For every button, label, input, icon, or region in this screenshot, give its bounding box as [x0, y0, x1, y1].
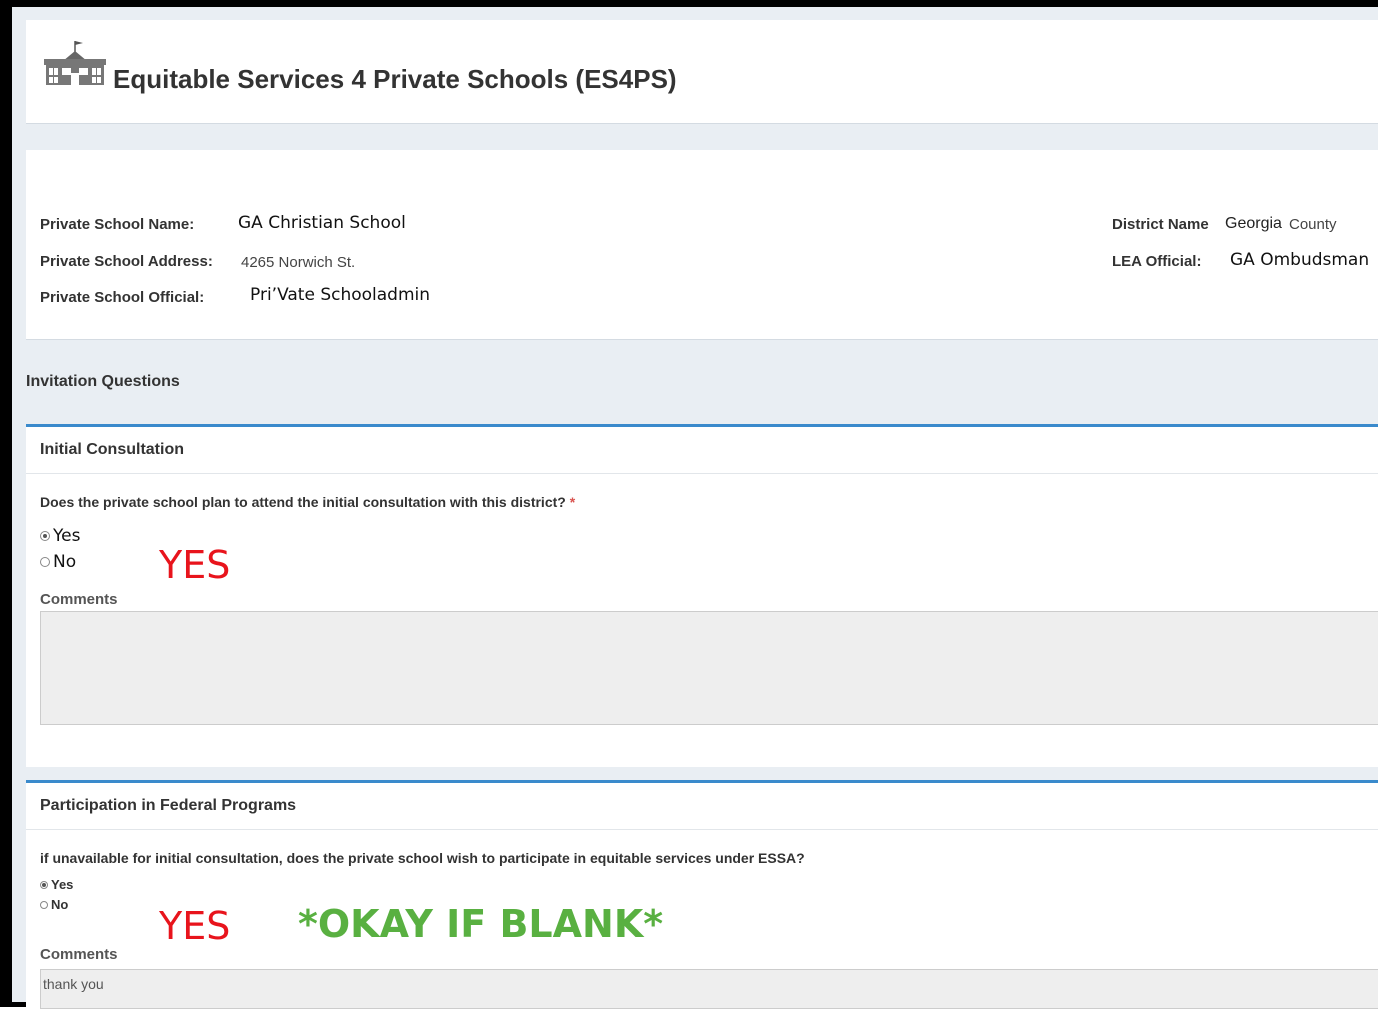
school-name-value: GA Christian School: [238, 213, 406, 233]
card-header: Initial Consultation: [26, 427, 1378, 474]
radio-label-yes: Yes: [51, 877, 74, 892]
comments-textarea[interactable]: [40, 611, 1378, 725]
radio-selected-icon[interactable]: [40, 531, 50, 541]
district-name-value-part1: Georgia: [1225, 215, 1282, 232]
lea-official-value: GA Ombudsman: [1230, 250, 1370, 270]
school-official-label: Private School Official:: [40, 289, 205, 306]
radio-unselected-icon[interactable]: [40, 557, 50, 567]
radio-label-no: No: [51, 897, 69, 912]
initial-consultation-card: Initial Consultation Does the private sc…: [26, 424, 1378, 767]
card-title: Participation in Federal Programs: [40, 797, 297, 814]
school-address-value: 4265 Norwich St.: [241, 254, 356, 271]
school-name-label: Private School Name:: [40, 216, 195, 233]
question-text: Does the private school plan to attend t…: [40, 494, 575, 510]
school-address-label: Private School Address:: [40, 253, 213, 270]
school-building-icon: [44, 41, 106, 85]
app-header: Equitable Services 4 Private Schools (ES…: [26, 20, 1378, 124]
district-name-label: District Name: [1112, 216, 1209, 233]
school-info-panel: Private School Name: GA Christian School…: [26, 150, 1378, 340]
comments-label: Comments: [40, 591, 118, 608]
radio-option-yes[interactable]: Yes: [40, 877, 73, 892]
card-title: Initial Consultation: [40, 441, 184, 458]
question-label: Does the private school plan to attend t…: [40, 494, 566, 510]
radio-label-no: No: [53, 552, 77, 572]
comments-label: Comments: [40, 946, 118, 963]
page-background: Equitable Services 4 Private Schools (ES…: [12, 7, 1378, 1013]
lea-official-label: LEA Official:: [1112, 253, 1202, 270]
annotation-okay-if-blank: *OKAY IF BLANK*: [298, 902, 664, 946]
radio-unselected-icon[interactable]: [40, 900, 48, 909]
radio-option-no[interactable]: No: [40, 897, 68, 912]
radio-label-yes: Yes: [53, 526, 81, 546]
required-marker: *: [569, 494, 576, 510]
district-name-value-part2: County: [1289, 216, 1337, 233]
comments-textarea[interactable]: thank you: [40, 969, 1378, 1009]
app-title: Equitable Services 4 Private Schools (ES…: [113, 64, 677, 94]
card-header: Participation in Federal Programs: [26, 783, 1378, 830]
annotation-yes: YES: [159, 904, 231, 948]
annotation-yes: YES: [159, 543, 231, 587]
radio-selected-icon[interactable]: [40, 880, 48, 889]
question-text: if unavailable for initial consultation,…: [40, 850, 805, 866]
section-title: Invitation Questions: [26, 373, 180, 390]
school-official-value: Pri’Vate Schooladmin: [250, 285, 431, 305]
radio-option-no[interactable]: No: [40, 552, 76, 572]
federal-programs-card: Participation in Federal Programs if una…: [26, 780, 1378, 1013]
radio-option-yes[interactable]: Yes: [40, 526, 80, 546]
